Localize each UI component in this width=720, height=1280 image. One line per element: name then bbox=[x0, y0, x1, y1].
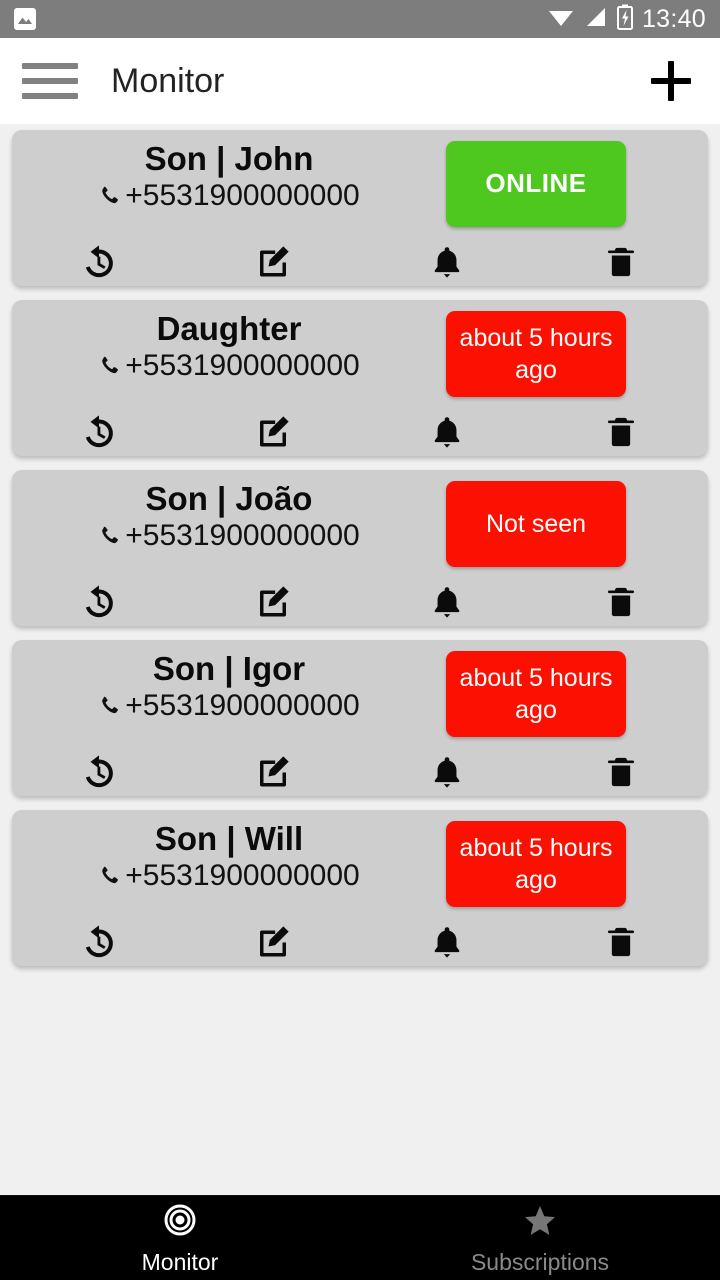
history-icon[interactable] bbox=[12, 748, 186, 796]
status-badge[interactable]: about 5 hours ago bbox=[446, 821, 626, 907]
bottom-navigation: Monitor Subscriptions bbox=[0, 1195, 720, 1280]
contact-card[interactable]: Daughter +5531900000000 about 5 hours ago bbox=[12, 300, 708, 456]
contact-card-top: Son | Igor +5531900000000 about 5 hours ag… bbox=[12, 648, 708, 748]
trash-icon[interactable] bbox=[534, 918, 708, 966]
app-bar: Monitor bbox=[0, 38, 720, 124]
contact-phone-row: +5531900000000 bbox=[98, 178, 360, 212]
trash-icon[interactable] bbox=[534, 748, 708, 796]
contact-phone-row: +5531900000000 bbox=[98, 348, 360, 382]
phone-icon bbox=[98, 692, 120, 718]
contact-phone-number: +5531900000000 bbox=[125, 858, 360, 892]
nav-item-monitor[interactable]: Monitor bbox=[0, 1196, 360, 1280]
phone-icon bbox=[98, 862, 120, 888]
contact-phone-number: +5531900000000 bbox=[125, 518, 360, 552]
contact-name: Son | Igor bbox=[152, 650, 306, 687]
contact-actions bbox=[12, 408, 708, 456]
contact-details: Daughter +5531900000000 bbox=[12, 308, 446, 382]
contact-card[interactable]: Son | John +5531900000000 ONLINE bbox=[12, 130, 708, 286]
page-title: Monitor bbox=[111, 61, 225, 100]
bell-icon[interactable] bbox=[360, 578, 534, 626]
status-badge[interactable]: about 5 hours ago bbox=[446, 311, 626, 397]
contact-phone-row: +5531900000000 bbox=[98, 688, 360, 722]
status-badge[interactable]: Not seen bbox=[446, 481, 626, 567]
contact-details: Son | Igor +5531900000000 bbox=[12, 648, 446, 722]
contact-phone-row: +5531900000000 bbox=[98, 858, 360, 892]
contact-list: Son | John +5531900000000 ONLINE Daughter +5… bbox=[0, 124, 720, 1195]
contact-card[interactable]: Son | João +5531900000000 Not seen bbox=[12, 470, 708, 626]
nav-label-monitor: Monitor bbox=[141, 1249, 219, 1275]
contact-actions bbox=[12, 578, 708, 626]
edit-icon[interactable] bbox=[186, 918, 360, 966]
contact-card-top: Daughter +5531900000000 about 5 hours ago bbox=[12, 308, 708, 408]
image-icon bbox=[14, 8, 36, 30]
trash-icon[interactable] bbox=[534, 408, 708, 456]
contact-phone-row: +5531900000000 bbox=[98, 518, 360, 552]
bell-icon[interactable] bbox=[360, 748, 534, 796]
history-icon[interactable] bbox=[12, 238, 186, 286]
contact-phone-number: +5531900000000 bbox=[125, 178, 360, 212]
trash-icon[interactable] bbox=[534, 578, 708, 626]
contact-card-top: Son | João +5531900000000 Not seen bbox=[12, 478, 708, 578]
target-icon bbox=[160, 1200, 200, 1245]
contact-phone-number: +5531900000000 bbox=[125, 348, 360, 382]
bell-icon[interactable] bbox=[360, 238, 534, 286]
contact-phone-number: +5531900000000 bbox=[125, 688, 360, 722]
nav-item-subscriptions[interactable]: Subscriptions bbox=[360, 1196, 720, 1280]
app-screen: 13:40 Monitor Son | John +5531900000000 ON… bbox=[0, 0, 720, 1280]
bell-icon[interactable] bbox=[360, 408, 534, 456]
bell-icon[interactable] bbox=[360, 918, 534, 966]
contact-name: Son | João bbox=[145, 480, 313, 517]
status-bar-indicators: 13:40 bbox=[547, 4, 706, 35]
contact-details: Son | João +5531900000000 bbox=[12, 478, 446, 552]
edit-icon[interactable] bbox=[186, 748, 360, 796]
wifi-icon bbox=[547, 5, 575, 34]
star-icon bbox=[520, 1200, 560, 1245]
contact-card-top: Son | John +5531900000000 ONLINE bbox=[12, 138, 708, 238]
contact-actions bbox=[12, 748, 708, 796]
status-bar: 13:40 bbox=[0, 0, 720, 38]
contact-name: Son | Will bbox=[154, 820, 304, 857]
contact-name: Son | John bbox=[144, 140, 314, 177]
trash-icon[interactable] bbox=[534, 238, 708, 286]
status-badge[interactable]: about 5 hours ago bbox=[446, 651, 626, 737]
contact-card[interactable]: Son | Will +5531900000000 about 5 hours ag… bbox=[12, 810, 708, 966]
hamburger-menu-icon[interactable] bbox=[22, 63, 78, 99]
contact-actions bbox=[12, 238, 708, 286]
battery-charging-icon bbox=[616, 4, 633, 35]
nav-label-subscriptions: Subscriptions bbox=[470, 1249, 610, 1275]
phone-icon bbox=[98, 182, 120, 208]
contact-details: Son | Will +5531900000000 bbox=[12, 818, 446, 892]
history-icon[interactable] bbox=[12, 578, 186, 626]
edit-icon[interactable] bbox=[186, 408, 360, 456]
contact-actions bbox=[12, 918, 708, 966]
status-bar-notifications bbox=[14, 8, 36, 30]
plus-icon[interactable] bbox=[644, 54, 698, 108]
history-icon[interactable] bbox=[12, 408, 186, 456]
phone-icon bbox=[98, 522, 120, 548]
history-icon[interactable] bbox=[12, 918, 186, 966]
status-bar-clock: 13:40 bbox=[641, 4, 706, 33]
phone-icon bbox=[98, 352, 120, 378]
edit-icon[interactable] bbox=[186, 238, 360, 286]
contact-card-top: Son | Will +5531900000000 about 5 hours ag… bbox=[12, 818, 708, 918]
status-badge[interactable]: ONLINE bbox=[446, 141, 626, 227]
contact-name: Daughter bbox=[156, 310, 302, 347]
edit-icon[interactable] bbox=[186, 578, 360, 626]
contact-card[interactable]: Son | Igor +5531900000000 about 5 hours ag… bbox=[12, 640, 708, 796]
contact-details: Son | John +5531900000000 bbox=[12, 138, 446, 212]
cellular-signal-icon bbox=[584, 5, 608, 34]
